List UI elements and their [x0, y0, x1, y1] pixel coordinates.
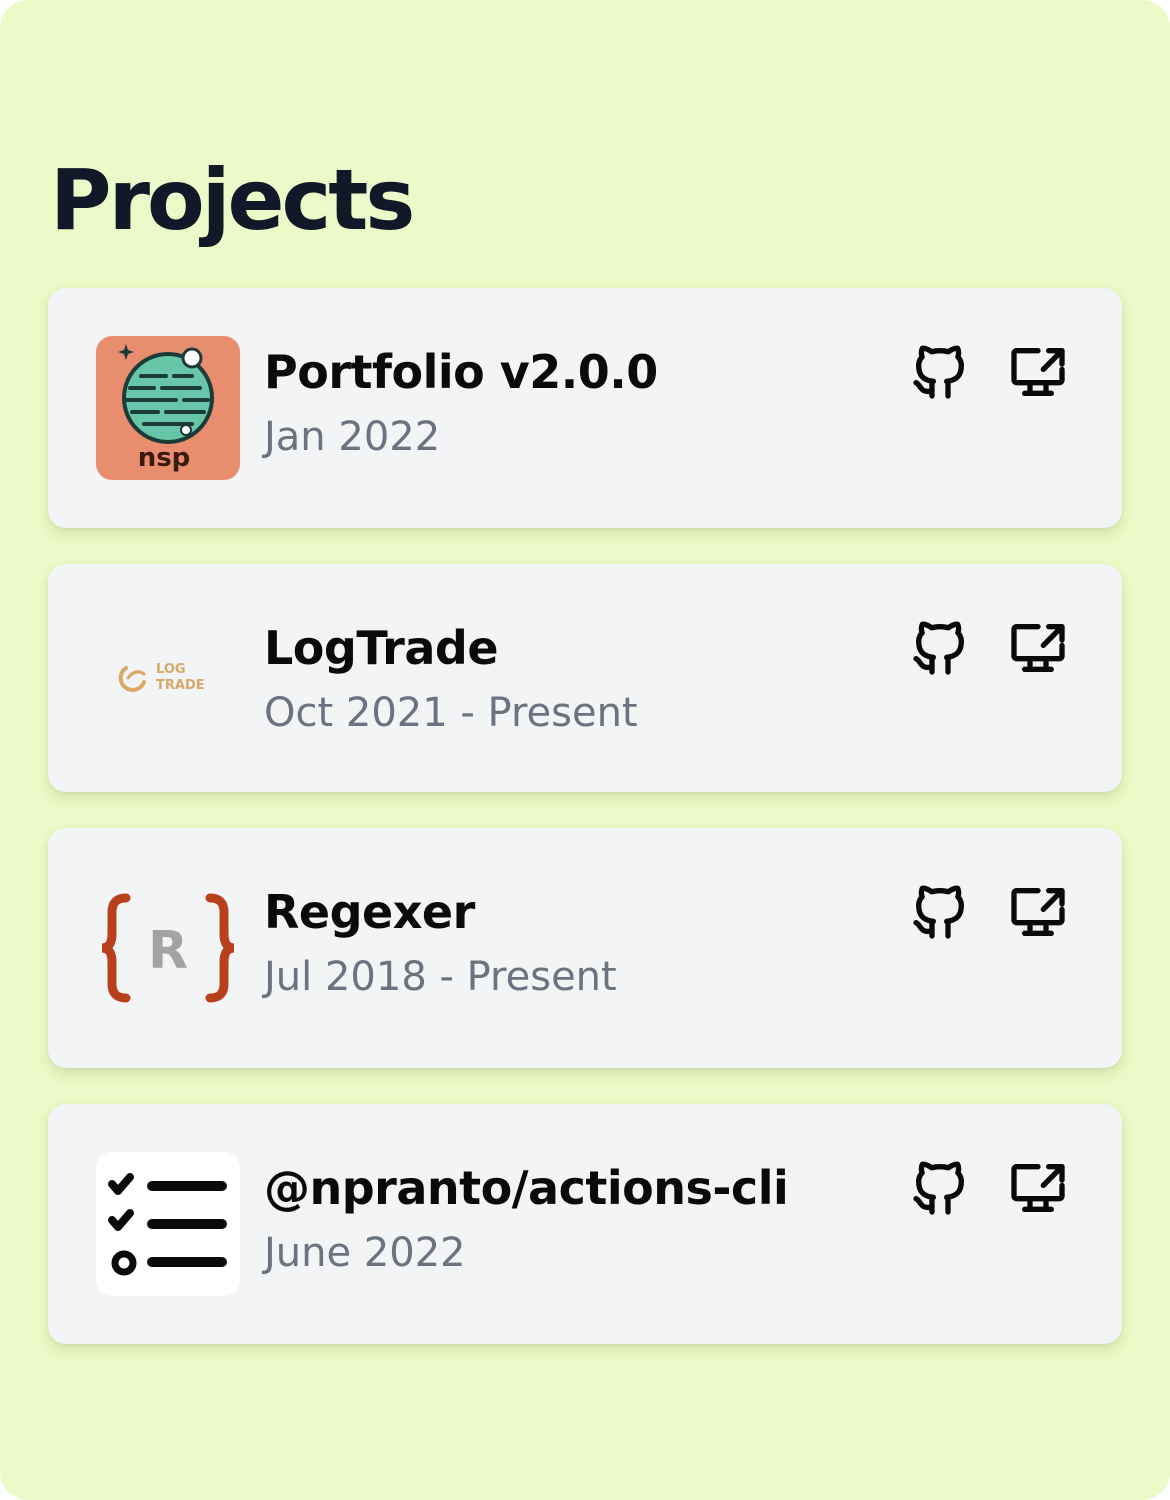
svg-text:TRADE: TRADE — [156, 678, 205, 693]
project-name: LogTrade — [264, 621, 499, 675]
external-site-icon[interactable] — [1006, 1156, 1070, 1220]
nsp-logo-text: nsp — [138, 443, 191, 473]
external-site-icon[interactable] — [1006, 340, 1070, 404]
svg-text:LOG: LOG — [156, 662, 186, 677]
project-card-actions-cli[interactable]: @npranto/actions-cli June 2022 — [48, 1104, 1122, 1344]
github-icon[interactable] — [908, 340, 972, 404]
github-icon[interactable] — [908, 880, 972, 944]
project-date: Oct 2021 - Present — [264, 690, 638, 736]
project-date: Jan 2022 — [264, 414, 441, 460]
projects-section: Projects nsp Portfolio v2.0.0 Jan 2022 L… — [0, 0, 1170, 1500]
checklist-logo — [96, 1152, 240, 1296]
nsp-globe-logo: nsp — [96, 336, 240, 480]
github-icon[interactable] — [908, 616, 972, 680]
project-name: @npranto/actions-cli — [264, 1161, 789, 1215]
project-card-regexer[interactable]: R Regexer Jul 2018 - Present — [48, 828, 1122, 1068]
section-title: Projects — [50, 151, 415, 249]
logtrade-logo: LOG TRADE — [96, 606, 240, 750]
project-date: June 2022 — [264, 1230, 466, 1276]
project-name: Portfolio v2.0.0 — [264, 345, 658, 399]
project-date: Jul 2018 - Present — [264, 954, 617, 1000]
regexer-braces-logo: R — [96, 876, 240, 1020]
external-site-icon[interactable] — [1006, 880, 1070, 944]
regexer-logo-text: R — [148, 921, 188, 981]
external-site-icon[interactable] — [1006, 616, 1070, 680]
project-name: Regexer — [264, 885, 475, 939]
project-card-portfolio[interactable]: nsp Portfolio v2.0.0 Jan 2022 — [48, 288, 1122, 528]
project-card-logtrade[interactable]: LOG TRADE LogTrade Oct 2021 - Present — [48, 564, 1122, 792]
github-icon[interactable] — [908, 1156, 972, 1220]
